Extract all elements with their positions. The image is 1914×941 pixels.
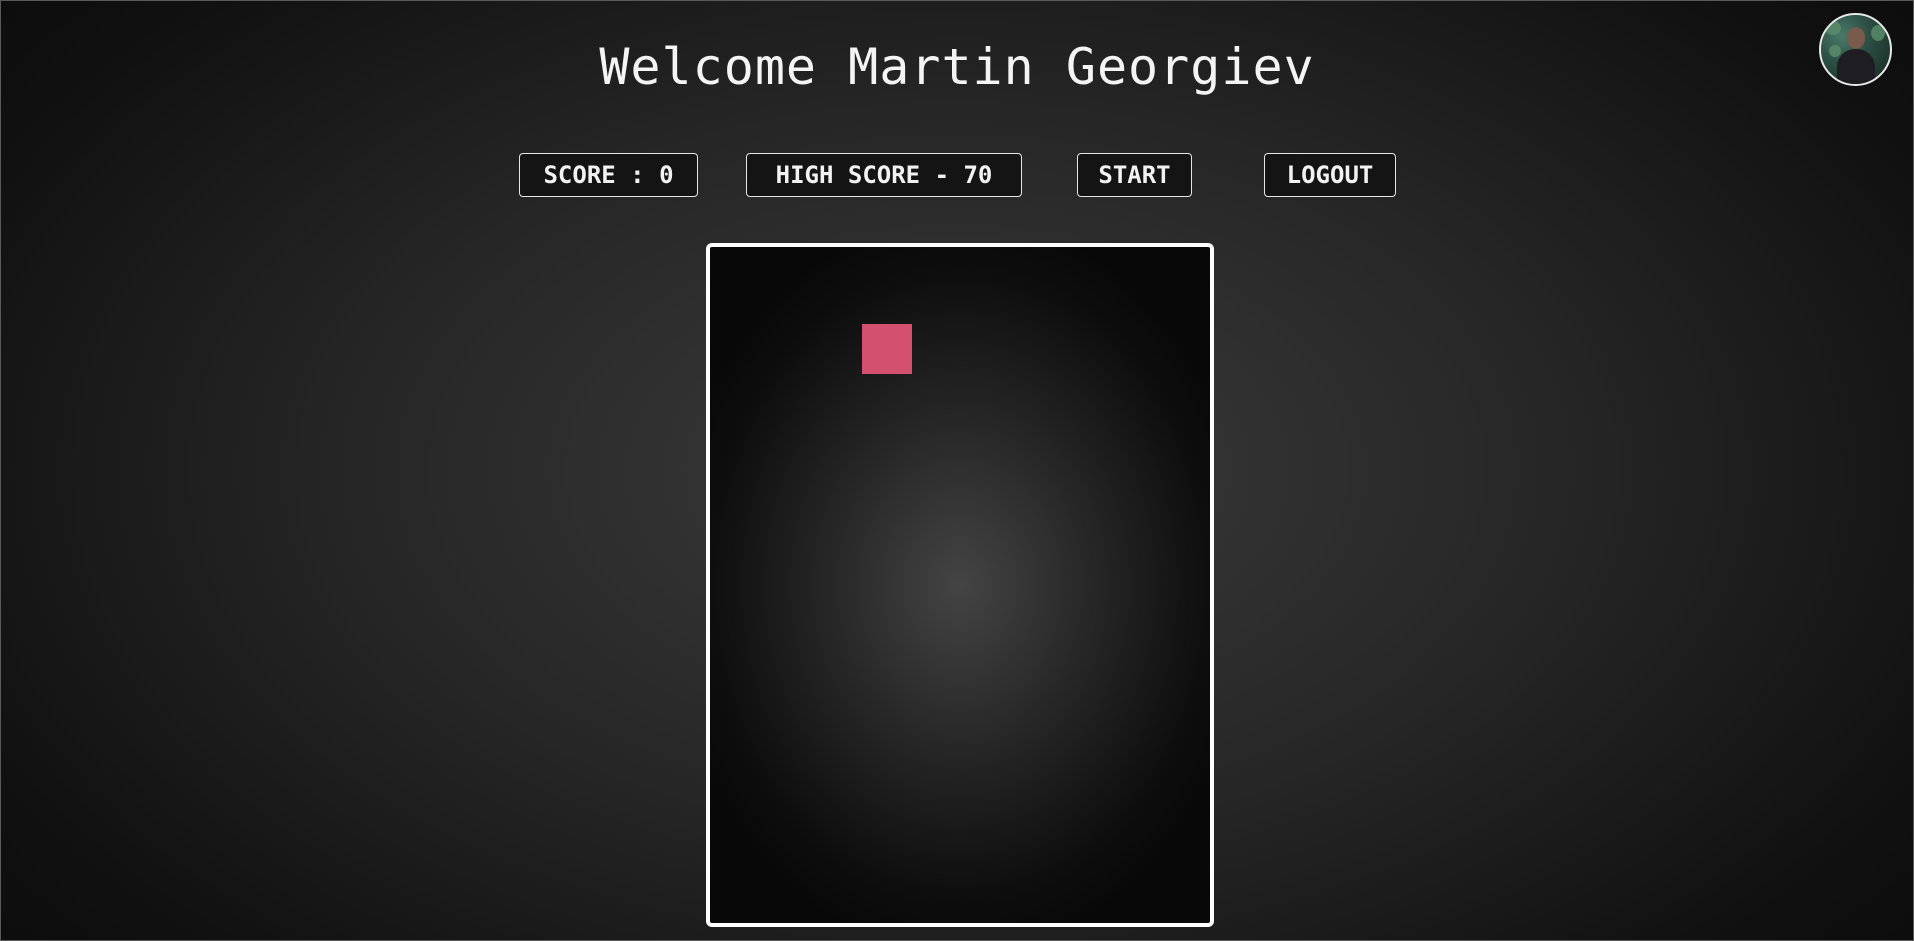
page-title: Welcome Martin Georgiev — [599, 38, 1315, 96]
avatar-head — [1847, 27, 1865, 49]
avatar[interactable] — [1819, 13, 1892, 86]
high-score-button[interactable]: HIGH SCORE - 70 — [746, 153, 1022, 197]
avatar-foliage — [1829, 45, 1841, 57]
logout-button[interactable]: LOGOUT — [1264, 153, 1396, 197]
start-button[interactable]: START — [1077, 153, 1192, 197]
falling-block — [862, 324, 912, 374]
avatar-body — [1837, 49, 1875, 84]
avatar-foliage — [1825, 21, 1841, 35]
game-board[interactable] — [706, 243, 1214, 927]
score-button[interactable]: SCORE : 0 — [519, 153, 698, 197]
avatar-foliage — [1871, 25, 1885, 41]
